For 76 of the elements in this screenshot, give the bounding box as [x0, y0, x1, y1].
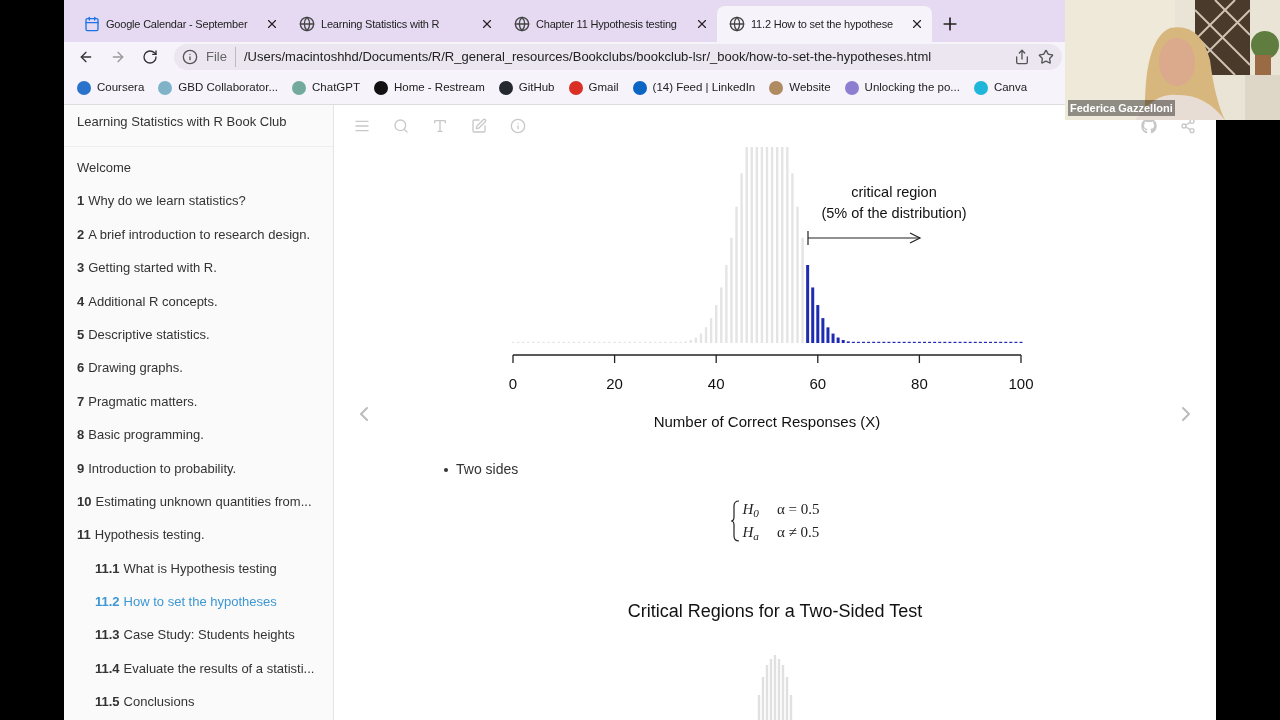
browser-tab[interactable]: 11.2 How to set the hypothese — [717, 6, 932, 42]
bookmark[interactable]: Canva — [973, 79, 1028, 97]
annotation-text: critical region — [851, 184, 937, 200]
tick-label: 60 — [809, 375, 827, 392]
info-icon — [182, 49, 198, 65]
globe-icon — [729, 16, 745, 32]
toc-item[interactable]: 11.4 Evaluate the results of a statisti... — [64, 651, 333, 686]
toc-item[interactable]: 11.3 Case Study: Students heights — [64, 618, 333, 652]
bookmark[interactable]: (14) Feed | LinkedIn — [632, 79, 756, 97]
reload-icon[interactable] — [142, 49, 158, 65]
hypothesis-relation: α ≠ 0.5 — [776, 523, 820, 542]
tick-label: 0 — [508, 375, 518, 392]
bookmark[interactable]: Home - Restream — [373, 79, 485, 97]
bookmark[interactable]: GBD Collaborator... — [158, 79, 279, 97]
tab-title: Google Calendar - September — [106, 16, 249, 32]
font-icon[interactable] — [432, 118, 448, 134]
axis-title: Number of Correct Responses (X) — [653, 413, 881, 430]
close-icon[interactable] — [910, 17, 924, 31]
hypothesis-relation: α = 0.5 — [776, 500, 820, 519]
bookmark[interactable]: GitHub — [498, 79, 555, 97]
close-icon[interactable] — [265, 17, 279, 31]
url-text: /Users/macintoshhd/Documents/R/R_general_resources/Bookclubs/bookclub-lsr/_book/how-to-set-the-hypotheses.html — [243, 48, 932, 67]
tab-title: Learning Statistics with R — [321, 16, 441, 32]
tab-title: Chapter 11 Hypothesis testing — [536, 16, 678, 32]
book-title: Learning Statistics with R Book Club — [64, 105, 333, 147]
toc-item[interactable]: Welcome — [64, 151, 333, 185]
bookmark-star-icon[interactable] — [1038, 49, 1054, 65]
toc-item[interactable]: 11.5 Conclusions — [64, 685, 333, 719]
address-bar[interactable]: File /Users/macintoshhd/Documents/R/R_general_resources/Bookclubs/bookclub-lsr/_book/how-to-set-the-hypotheses.html — [174, 44, 1062, 70]
toc-item[interactable]: 4 Additional R concepts. — [64, 284, 333, 318]
bookmark[interactable]: ChatGPT — [292, 79, 360, 97]
forward-icon[interactable] — [110, 49, 126, 65]
menu-icon[interactable] — [354, 118, 370, 134]
brace-icon — [730, 500, 741, 542]
bookmark[interactable]: Website — [769, 79, 831, 97]
toc-item[interactable]: 7 Pragmatic matters. — [64, 384, 333, 419]
globe-icon — [514, 16, 530, 32]
globe-icon — [299, 16, 315, 32]
search-icon[interactable] — [393, 118, 409, 134]
figure-title: Critical Regions for a Two-Sided Test — [627, 600, 923, 623]
toc-item[interactable]: 11 Hypothesis testing. — [64, 518, 333, 552]
toc-item[interactable]: 9 Introduction to probability. — [64, 451, 333, 485]
toc-item[interactable]: 3 Getting started with R. — [64, 251, 333, 285]
close-icon[interactable] — [480, 17, 494, 31]
toc-item[interactable]: 8 Basic programming. — [64, 418, 333, 452]
close-icon[interactable] — [695, 17, 709, 31]
toc-item[interactable]: 6 Drawing graphs. — [64, 351, 333, 385]
edit-icon[interactable] — [471, 118, 487, 134]
browser-tab[interactable]: Chapter 11 Hypothesis testing — [502, 6, 717, 42]
list-text: Two sides — [456, 460, 519, 479]
hypothesis-symbol: H$_{0}$ — [742, 500, 759, 521]
annotation-text: (5% of the distribution) — [821, 205, 967, 221]
browser-tab[interactable]: Google Calendar - September — [72, 6, 287, 42]
bullet-icon — [444, 467, 448, 472]
bookmark[interactable]: Gmail — [568, 79, 619, 97]
tick-label: 40 — [707, 375, 725, 392]
participant-name: Federica Gazzelloni — [1068, 99, 1175, 116]
toc-item[interactable]: 2 A brief introduction to research design. — [64, 217, 333, 252]
histogram-drawing — [755, 655, 795, 720]
toc-item[interactable]: 11.1 What is Hypothesis testing — [64, 551, 333, 586]
hypothesis-symbol: H$_{a}$ — [742, 523, 759, 544]
bookmark[interactable]: Unlocking the po... — [844, 79, 960, 97]
share-icon[interactable] — [1014, 49, 1030, 65]
toc-item[interactable]: 1 Why do we learn statistics? — [64, 184, 333, 218]
tick-label: 20 — [606, 375, 623, 392]
bookmark[interactable]: Coursera — [77, 79, 145, 97]
toc-item[interactable]: 5 Descriptive statistics. — [64, 317, 333, 352]
tick-label: 100 — [1008, 375, 1034, 392]
info-icon[interactable] — [510, 118, 526, 134]
tick-label: 80 — [911, 375, 928, 392]
back-icon[interactable] — [78, 49, 94, 65]
scheme-label: File — [206, 47, 236, 67]
tab-title: 11.2 How to set the hypothese — [751, 16, 894, 32]
calendar-icon — [84, 16, 100, 32]
browser-tab[interactable]: Learning Statistics with R — [287, 6, 502, 42]
toc-item[interactable]: 10 Estimating unknown quantities from... — [64, 484, 333, 519]
